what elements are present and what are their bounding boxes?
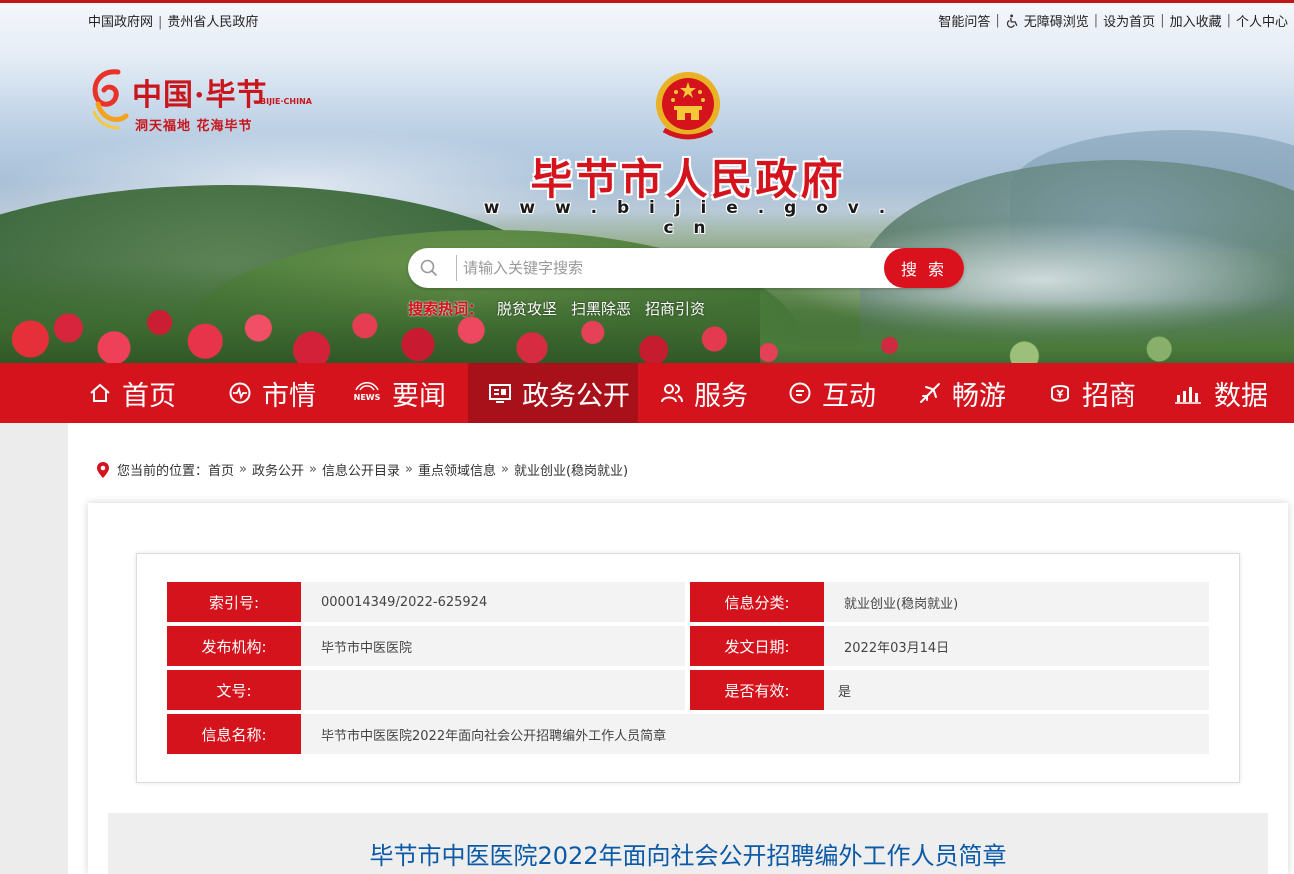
nav-label: 首页 xyxy=(122,380,176,412)
location-pin-icon xyxy=(97,461,109,478)
logo-slogan: 洞天福地 花海毕节 xyxy=(135,119,253,134)
divider: | xyxy=(1093,13,1099,28)
board-icon xyxy=(489,384,511,403)
top-right-links: 智能问答 | 无障碍浏览 | 设为首页 | 加入收藏 | 个人中心 xyxy=(938,11,1288,30)
svg-text:NEWS: NEWS xyxy=(354,393,381,402)
people-icon xyxy=(661,384,683,403)
nav-data[interactable]: 数据 xyxy=(1174,363,1284,423)
meta-label-date: 发文日期: xyxy=(690,626,824,666)
divider: | xyxy=(995,13,1000,28)
nav-label: 数据 xyxy=(1214,380,1268,412)
breadcrumb-separator: » xyxy=(500,462,509,477)
city-logo[interactable]: 中国·毕节 BIJIE·CHINA 洞天福地 花海毕节 xyxy=(88,66,328,136)
link-guizhou-gov[interactable]: 贵州省人民政府 xyxy=(167,11,258,30)
link-add-favorite[interactable]: 加入收藏 xyxy=(1170,11,1222,30)
breadcrumb-separator: » xyxy=(239,462,247,477)
news-icon: NEWS xyxy=(354,382,381,402)
pulse-icon xyxy=(229,382,251,404)
nav-investment[interactable]: 招商 xyxy=(1048,363,1158,423)
meta-label-category: 信息分类: xyxy=(690,582,824,622)
link-smart-qa[interactable]: 智能问答 xyxy=(938,11,990,30)
breadcrumb-item[interactable]: 就业创业(稳岗就业) xyxy=(514,460,628,479)
plane-icon xyxy=(920,383,940,403)
divider: | xyxy=(1226,13,1231,28)
yen-icon xyxy=(1051,385,1069,402)
nav-home[interactable]: 首页 xyxy=(88,363,208,423)
page-side-margin xyxy=(0,423,68,874)
nav-label: 要闻 xyxy=(392,380,446,412)
breadcrumb-item[interactable]: 政务公开 xyxy=(252,460,304,479)
breadcrumb-item[interactable]: 重点领域信息 xyxy=(418,460,496,479)
national-emblem-icon xyxy=(656,72,720,140)
divider: | xyxy=(158,15,163,30)
bars-icon xyxy=(1175,387,1201,404)
home-icon xyxy=(90,383,110,402)
meta-value-category: 就业创业(稳岗就业) xyxy=(824,582,1209,622)
breadcrumb-prefix: 您当前的位置： xyxy=(117,464,209,479)
breadcrumb-item[interactable]: 首页 xyxy=(208,460,234,479)
meta-label-index: 索引号: xyxy=(167,582,301,622)
hot-words-label: 搜索热词： xyxy=(408,300,484,318)
article-title: 毕节市中医医院2022年面向社会公开招聘编外工作人员简章 xyxy=(369,842,1007,870)
breadcrumb: 您当前的位置： 首页 » 政务公开 » 信息公开目录 » 重点领域信息 » 就业… xyxy=(97,460,628,479)
search-bar: 搜 索 xyxy=(408,248,964,288)
nav-label: 市情 xyxy=(262,380,316,412)
divider: | xyxy=(1160,13,1165,28)
main-nav: 首页 市情 NEWS 要闻 政务公开 服务 互动 畅游 招商 数据 xyxy=(0,363,1294,423)
nav-label: 服务 xyxy=(694,380,748,412)
breadcrumb-item[interactable]: 信息公开目录 xyxy=(322,460,400,479)
nav-services[interactable]: 服务 xyxy=(660,363,770,423)
nav-label: 招商 xyxy=(1082,380,1136,412)
meta-label-name: 信息名称: xyxy=(167,714,301,754)
top-accent-line xyxy=(0,0,1294,3)
meta-value-date: 2022年03月14日 xyxy=(824,626,1209,666)
meta-value-docno xyxy=(301,670,685,710)
nav-news[interactable]: NEWS 要闻 xyxy=(352,363,462,423)
hot-word-link[interactable]: 招商引资 xyxy=(645,298,705,319)
breadcrumb-separator: » xyxy=(309,462,317,477)
nav-gov-affairs[interactable]: 政务公开 xyxy=(468,363,638,423)
hot-search-words: 搜索热词： 脱贫攻坚 扫黑除恶 招商引资 xyxy=(408,298,705,319)
wheelchair-icon xyxy=(1006,14,1018,28)
link-accessibility[interactable]: 无障碍浏览 xyxy=(1024,11,1089,30)
top-left-links: 中国政府网 | 贵州省人民政府 xyxy=(88,11,258,30)
meta-label-publisher: 发布机构: xyxy=(167,626,301,666)
logo-english: BIJIE·CHINA xyxy=(260,97,312,106)
meta-value-index: 000014349/2022-625924 xyxy=(301,582,685,622)
nav-travel[interactable]: 畅游 xyxy=(918,363,1028,423)
search-input[interactable] xyxy=(456,255,876,281)
breadcrumb-separator: » xyxy=(405,462,413,477)
hot-word-link[interactable]: 扫黑除恶 xyxy=(571,298,631,319)
logo-swirl-icon xyxy=(92,69,129,130)
meta-value-validity: 是 xyxy=(824,670,1209,710)
hot-word-link[interactable]: 脱贫攻坚 xyxy=(497,298,557,319)
nav-label: 畅游 xyxy=(952,380,1006,412)
meta-label-validity: 是否有效: xyxy=(690,670,824,710)
link-gov-cn[interactable]: 中国政府网 xyxy=(88,11,153,30)
meta-value-name: 毕节市中医医院2022年面向社会公开招聘编外工作人员简章 xyxy=(301,714,1209,754)
logo-title: 中国·毕节 xyxy=(132,78,268,113)
site-url: w w w . b i j i e . g o v . c n xyxy=(483,198,893,238)
nav-interaction[interactable]: 互动 xyxy=(788,363,898,423)
chat-icon xyxy=(789,382,811,404)
meta-value-publisher: 毕节市中医医院 xyxy=(301,626,685,666)
link-personal-center[interactable]: 个人中心 xyxy=(1236,11,1288,30)
nav-city-info[interactable]: 市情 xyxy=(228,363,338,423)
link-set-homepage[interactable]: 设为首页 xyxy=(1103,11,1155,30)
nav-label: 政务公开 xyxy=(522,380,630,412)
search-icon xyxy=(420,259,438,277)
meta-label-docno: 文号: xyxy=(167,670,301,710)
nav-label: 互动 xyxy=(822,380,876,412)
search-button[interactable]: 搜 索 xyxy=(884,248,964,288)
